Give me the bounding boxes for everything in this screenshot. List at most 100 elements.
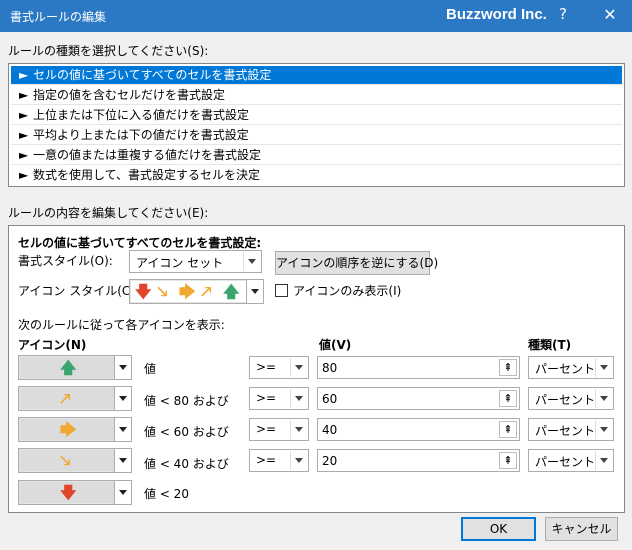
- arrow-up-right-icon: 🡕: [201, 282, 212, 301]
- row-description: 値 < 80 および: [144, 394, 229, 408]
- format-style-label: 書式スタイル(O):: [18, 254, 113, 268]
- close-button[interactable]: ✕: [598, 3, 622, 27]
- icon-swatch: 🡕: [20, 388, 115, 409]
- list-item-label: セルの値に基づいてすべてのセルを書式設定: [33, 68, 272, 82]
- list-item-label: 一意の値または重複する値だけを書式設定: [33, 148, 262, 162]
- list-item[interactable]: ► 上位または下位に入る値だけを書式設定: [11, 106, 622, 125]
- icon-column-header: アイコン(N): [18, 338, 87, 352]
- list-item[interactable]: ► 数式を使用して、書式設定するセルを決定: [11, 166, 622, 185]
- value-column-header: 値(V): [319, 338, 352, 352]
- chevron-down-icon: [290, 358, 307, 377]
- type-select[interactable]: パーセント: [528, 418, 614, 441]
- chevron-down-icon: [114, 449, 131, 472]
- rule-type-list[interactable]: ► セルの値に基づいてすべてのセルを書式設定 ► 指定の値を含むセルだけを書式設定 …: [8, 63, 625, 187]
- value-input[interactable]: 20 ⇞: [317, 449, 520, 472]
- range-select-icon[interactable]: ⇞: [499, 359, 517, 376]
- value-text: 80: [322, 361, 338, 375]
- icon-swatch: 🡖: [20, 450, 115, 471]
- row-description: 値 < 40 および: [144, 457, 229, 471]
- type-value: パーセント: [535, 455, 596, 469]
- arrow-up-right-icon: 🡕: [60, 389, 71, 408]
- operator-value: >=: [256, 360, 277, 374]
- value-input[interactable]: 60 ⇞: [317, 387, 520, 410]
- value-text: 40: [322, 423, 338, 437]
- arrow-icon: ►: [19, 148, 29, 162]
- edit-label: ルールの内容を編集してください(E):: [8, 206, 209, 220]
- icon-style-label: アイコン スタイル(C):: [18, 284, 140, 298]
- arrow-icon: ►: [19, 108, 29, 122]
- arrow-right-icon: 🡆: [179, 282, 196, 301]
- list-item-label: 平均より上または下の値だけを書式設定: [33, 128, 249, 142]
- value-input[interactable]: 80 ⇞: [317, 356, 520, 379]
- arrow-icon: ►: [19, 128, 29, 142]
- ok-button[interactable]: OK: [461, 517, 536, 541]
- icon-style-select[interactable]: 🡇 🡖 🡆 🡕 🡅: [129, 279, 264, 304]
- arrow-down-icon: 🡇: [135, 282, 152, 301]
- list-item[interactable]: ► 指定の値を含むセルだけを書式設定: [11, 86, 622, 105]
- help-button[interactable]: ?: [559, 5, 567, 23]
- brand-label: Buzzword Inc.: [446, 6, 547, 23]
- arrow-up-icon: 🡅: [223, 282, 240, 301]
- chevron-down-icon: [290, 389, 307, 408]
- operator-value: >=: [256, 453, 277, 467]
- chevron-down-icon: [246, 280, 263, 303]
- icon-select[interactable]: 🡕: [18, 386, 132, 411]
- type-select[interactable]: パーセント: [528, 387, 614, 410]
- type-value: パーセント: [535, 424, 596, 438]
- arrow-icon: ►: [19, 88, 29, 102]
- list-item[interactable]: ► セルの値に基づいてすべてのセルを書式設定: [11, 66, 622, 85]
- operator-value: >=: [256, 391, 277, 405]
- type-value: パーセント: [535, 393, 596, 407]
- type-select[interactable]: パーセント: [528, 356, 614, 379]
- chevron-down-icon: [595, 451, 612, 470]
- icon-select[interactable]: 🡅: [18, 355, 132, 380]
- operator-select[interactable]: >=: [249, 418, 309, 441]
- range-select-icon[interactable]: ⇞: [499, 421, 517, 438]
- arrow-icon: ►: [19, 168, 29, 182]
- range-select-icon[interactable]: ⇞: [499, 452, 517, 469]
- reverse-icon-order-button[interactable]: アイコンの順序を逆にする(D): [275, 251, 438, 275]
- chevron-down-icon: [243, 252, 260, 271]
- operator-select[interactable]: >=: [249, 356, 309, 379]
- chevron-down-icon: [114, 418, 131, 441]
- icon-select[interactable]: 🡆: [18, 417, 132, 442]
- rule-type-label: ルールの種類を選択してください(S):: [8, 44, 209, 58]
- icon-swatch: 🡆: [20, 419, 115, 440]
- edit-panel: セルの値に基づいてすべてのセルを書式設定: 書式スタイル(O): アイコン セッ…: [8, 225, 625, 513]
- icon-select[interactable]: 🡖: [18, 448, 132, 473]
- icon-select[interactable]: 🡇: [18, 480, 132, 505]
- row-description: 値: [144, 362, 157, 376]
- arrow-icon: ►: [19, 68, 29, 82]
- list-item[interactable]: ► 平均より上または下の値だけを書式設定: [11, 126, 622, 145]
- chevron-down-icon: [114, 387, 131, 410]
- row-description: 値 < 60 および: [144, 425, 229, 439]
- list-item-label: 数式を使用して、書式設定するセルを決定: [33, 168, 261, 182]
- icon-swatch: 🡇: [20, 482, 115, 503]
- chevron-down-icon: [595, 358, 612, 377]
- icon-only-checkbox[interactable]: [275, 284, 288, 297]
- range-select-icon[interactable]: ⇞: [499, 390, 517, 407]
- chevron-down-icon: [290, 451, 307, 470]
- title-bar: 書式ルールの編集 Buzzword Inc. ? ✕: [0, 0, 632, 32]
- type-select[interactable]: パーセント: [528, 449, 614, 472]
- list-item[interactable]: ► 一意の値または重複する値だけを書式設定: [11, 146, 622, 165]
- value-input[interactable]: 40 ⇞: [317, 418, 520, 441]
- type-column-header: 種類(T): [528, 338, 572, 352]
- arrow-up-icon: 🡅: [60, 358, 77, 377]
- icon-only-label: アイコンのみ表示(I): [293, 284, 402, 298]
- arrow-right-icon: 🡆: [60, 420, 77, 439]
- icon-swatch: 🡅: [20, 357, 115, 378]
- window-title: 書式ルールの編集: [10, 10, 107, 24]
- chevron-down-icon: [114, 481, 131, 504]
- operator-select[interactable]: >=: [249, 387, 309, 410]
- cancel-button[interactable]: キャンセル: [545, 517, 618, 541]
- rules-caption: 次のルールに従って各アイコンを表示:: [18, 318, 225, 332]
- chevron-down-icon: [114, 356, 131, 379]
- arrow-down-right-icon: 🡖: [60, 451, 71, 470]
- list-item-label: 指定の値を含むセルだけを書式設定: [33, 88, 226, 102]
- format-style-value: アイコン セット: [136, 256, 224, 270]
- format-style-select[interactable]: アイコン セット: [129, 250, 262, 273]
- operator-select[interactable]: >=: [249, 449, 309, 472]
- arrow-down-icon: 🡇: [60, 483, 77, 502]
- row-description: 値 < 20: [144, 487, 189, 501]
